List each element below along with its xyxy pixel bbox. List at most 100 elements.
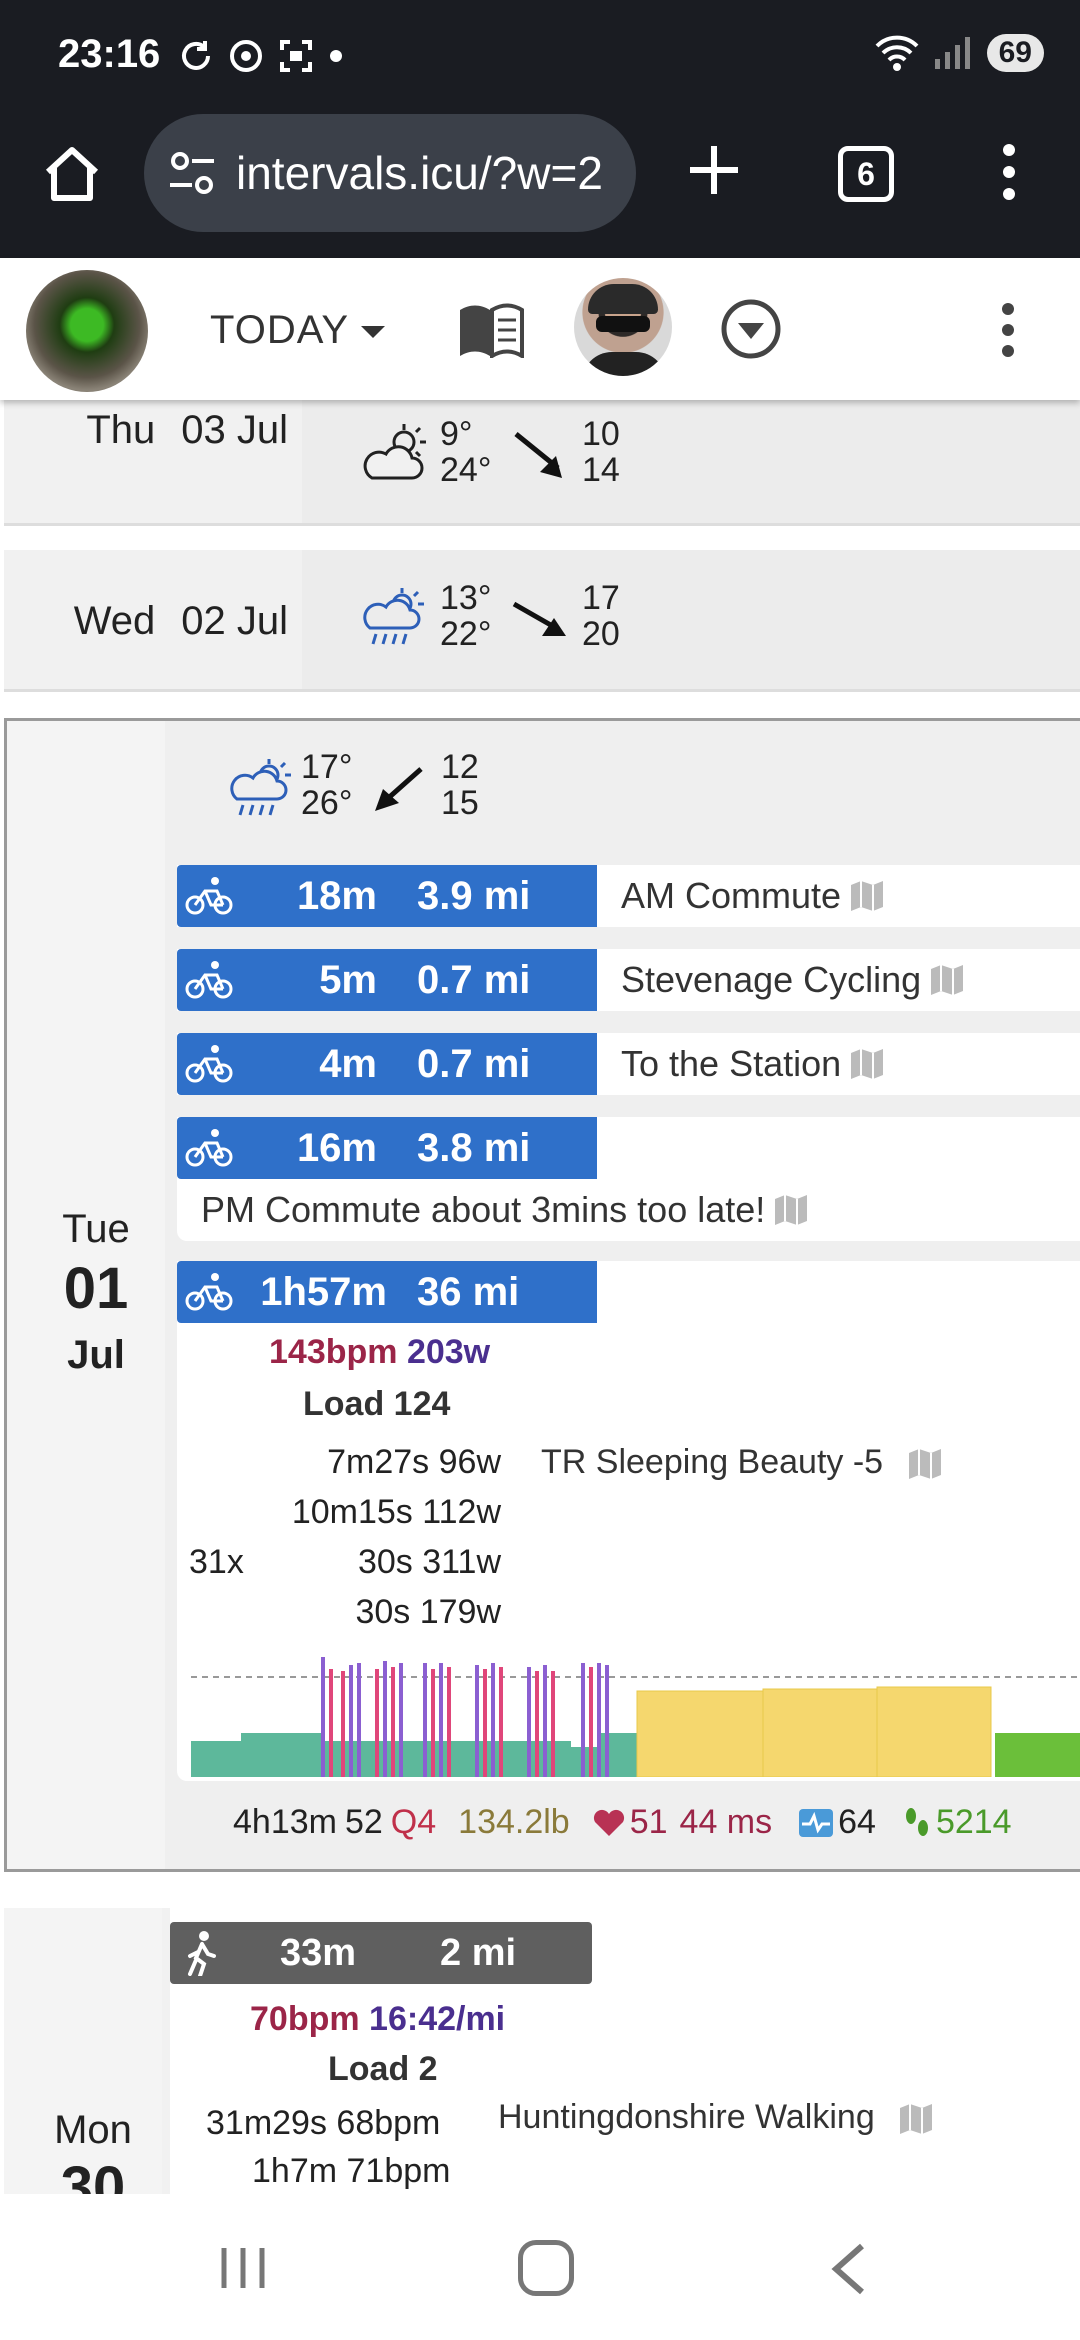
interval-line: 30s 311w: [221, 1543, 501, 1582]
day-row-wed[interactable]: Wed 02 Jul 13° 22° 17 20: [4, 550, 1080, 692]
lap-line: 31m29s 68bpm: [206, 2104, 440, 2143]
activity-name[interactable]: PM Commute about 3mins too late!: [177, 1179, 809, 1241]
avatar-sunglasses: [596, 316, 650, 332]
temp-high: 26°: [301, 784, 353, 822]
interval-line: 7m27s 96w: [291, 1443, 501, 1482]
activity-duration: 4m: [319, 1041, 377, 1086]
notification-dot-icon: [330, 50, 342, 62]
activity-name[interactable]: AM Commute: [597, 865, 886, 927]
activity-summary-bar[interactable]: 4m 0.7 mi: [177, 1033, 597, 1095]
day-label: Wed 02 Jul: [4, 550, 302, 689]
sleep-score: 52: [344, 1803, 383, 1841]
footsteps-icon: [905, 1807, 928, 1836]
status-icons-right: 69: [875, 34, 1044, 72]
interval-power: 96w: [438, 1443, 501, 1481]
sync-icon: [182, 41, 210, 70]
system-nav-bar: [0, 2194, 1080, 2340]
address-bar[interactable]: intervals.icu/?w=2: [144, 114, 636, 232]
battery-indicator: 69: [986, 34, 1044, 72]
activity-name[interactable]: To the Station: [597, 1033, 886, 1095]
wind-gust: 14: [582, 451, 620, 489]
user-avatar[interactable]: [574, 278, 672, 376]
day-of-week: Tue: [62, 1207, 130, 1251]
lap-time: 31m29s: [206, 2104, 327, 2142]
interval-block: [241, 1733, 321, 1777]
book-icon[interactable]: [456, 302, 526, 358]
app-menu-icon[interactable]: [996, 302, 1020, 358]
interval-time: 10m15s: [291, 1493, 413, 1531]
wind-direction-icon: [514, 432, 562, 478]
browser-toolbar: intervals.icu/?w=2 6: [0, 112, 1080, 258]
interval-block: [636, 1690, 764, 1777]
map-icon: [851, 881, 884, 911]
activity-distance: 36 mi: [417, 1269, 520, 1314]
walk-name[interactable]: Huntingdonshire Walking: [498, 2098, 934, 2137]
activity-summary-bar[interactable]: 5m 0.7 mi: [177, 949, 597, 1011]
temp-low: 17°: [301, 748, 353, 786]
day-row-tue[interactable]: Tue 01 Jul 17° 26° 12 15 18m 3.9 mi AM Com…: [4, 718, 1080, 1872]
workout-summary-bar[interactable]: 1h57m 36 mi: [177, 1261, 597, 1323]
interval-power: 112w: [422, 1493, 501, 1531]
steps-count: 5214: [935, 1803, 1012, 1841]
today-dropdown[interactable]: TODAY: [210, 308, 386, 353]
fitness-metric: 64: [838, 1803, 876, 1841]
calendar-content[interactable]: Thu 03 Jul 9° 24° 10 14 Wed 02 Jul 13° 22° 17…: [0, 400, 1080, 2194]
browser-menu-icon[interactable]: [994, 142, 1024, 202]
nav-home-button[interactable]: [518, 2240, 574, 2296]
workout-load: Load 124: [303, 1385, 451, 1423]
day-row-mon[interactable]: Mon 30 33m 2 mi 70bpm 16:42/mi Load 2 31…: [4, 1908, 1080, 2194]
bike-icon: [185, 877, 233, 915]
new-tab-icon[interactable]: [686, 142, 742, 198]
app-logo[interactable]: [26, 270, 148, 392]
interval-block: [762, 1688, 878, 1777]
activity-distance: 3.9 mi: [417, 873, 531, 918]
interval-block: [995, 1733, 1080, 1777]
workout-name[interactable]: TR Sleeping Beauty -5: [541, 1443, 943, 1482]
map-icon: [775, 1195, 808, 1225]
day-row-thu[interactable]: Thu 03 Jul 9° 24° 10 14: [4, 400, 1080, 526]
recent-apps-icon[interactable]: [218, 2246, 268, 2290]
bike-icon: [185, 1129, 233, 1167]
bike-icon: [185, 1045, 233, 1083]
wind-gust: 20: [582, 615, 620, 653]
wind-direction-icon: [375, 767, 423, 811]
workout-name-text: TR Sleeping Beauty -5: [541, 1443, 884, 1481]
interval-power: 311w: [422, 1543, 501, 1581]
activity-duration: 16m: [296, 1125, 377, 1170]
day-of-week: Wed: [73, 599, 156, 643]
activity-distance: 0.7 mi: [417, 1041, 531, 1086]
home-icon[interactable]: [40, 142, 104, 206]
interval-time: 7m27s: [327, 1443, 430, 1481]
site-settings-icon[interactable]: [166, 147, 218, 199]
walk-hr: 70bpm: [250, 2000, 360, 2038]
moon-icon: [195, 1808, 207, 1837]
back-icon[interactable]: [828, 2242, 868, 2296]
tab-switcher-button[interactable]: 6: [838, 146, 894, 202]
avatar-shirt: [582, 352, 666, 376]
bike-icon: [185, 961, 233, 999]
interval-time: 30s: [355, 1593, 411, 1631]
activity-summary-bar[interactable]: 18m 3.9 mi: [177, 865, 597, 927]
bike-icon: [185, 1273, 233, 1311]
map-icon: [908, 1449, 941, 1480]
screenshot-icon: [280, 40, 312, 72]
walk-summary-bar[interactable]: 33m 2 mi: [170, 1922, 592, 1984]
interval-block: [876, 1686, 992, 1777]
interval-block: [191, 1741, 241, 1777]
status-time: 23:16: [58, 32, 161, 76]
activity-name[interactable]: Stevenage Cycling: [597, 949, 966, 1011]
weather-cell: 13° 22° 17 20: [302, 550, 1080, 689]
workout-power: 203w: [406, 1333, 491, 1371]
activity-summary-bar[interactable]: 16m 3.8 mi: [177, 1117, 597, 1179]
signal-icon: [934, 37, 970, 69]
lap-line: 1h7m 71bpm: [252, 2152, 450, 2191]
workout-hr: 143bpm: [269, 1333, 398, 1371]
wellness-bar[interactable]: 4h13m 52 Q4 134.2lb 51 44 ms 64 5214: [195, 1803, 1012, 1842]
day-date: 03 Jul: [181, 408, 288, 452]
wind-values: 17 20: [582, 580, 620, 652]
dropdown-circle-icon[interactable]: [720, 298, 782, 360]
status-bar: 23:16 69: [0, 0, 1080, 112]
today-label: TODAY: [210, 308, 350, 352]
status-icons-left: [178, 38, 344, 74]
hrv-value: 44 ms: [679, 1803, 773, 1841]
